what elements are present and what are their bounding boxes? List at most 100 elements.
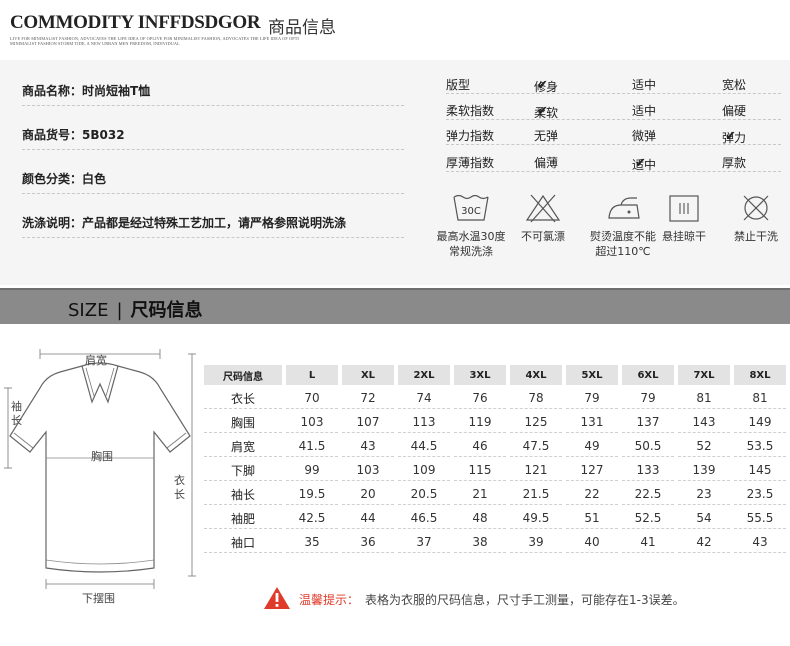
size-table-cell: 22.5 xyxy=(622,484,674,505)
size-table-cell: 36 xyxy=(342,532,394,553)
size-table-cell: 42.5 xyxy=(286,508,338,529)
size-table-cell: 52 xyxy=(678,436,730,457)
size-table-cell: 127 xyxy=(566,460,618,481)
size-table: 尺码信息 L XL 2XL 3XL 4XL 5XL 6XL 7XL 8XL 衣长… xyxy=(200,362,790,556)
tshirt-outline-icon xyxy=(4,349,196,589)
size-table-cell: 42 xyxy=(678,532,730,553)
size-table-cell: 47.5 xyxy=(510,436,562,457)
size-table-cell: 53.5 xyxy=(734,436,786,457)
size-table-cell: 107 xyxy=(342,412,394,433)
size-table-cell: 43 xyxy=(342,436,394,457)
size-table-row: 袖肥 42.5 44 46.5 48 49.5 51 52.5 54 55.5 xyxy=(204,508,786,529)
size-table-header: 5XL xyxy=(566,365,618,385)
size-table-row: 肩宽 41.5 43 44.5 46 47.5 49 50.5 52 53.5 xyxy=(204,436,786,457)
size-table-cell: 113 xyxy=(398,412,450,433)
property-label: 弹力指数 xyxy=(446,129,495,143)
iron-icon xyxy=(608,197,640,219)
size-table-row-label: 衣长 xyxy=(204,388,282,409)
size-table-row-label: 袖长 xyxy=(204,484,282,505)
product-code-value: 5B032 xyxy=(82,128,125,142)
size-table-header: 2XL xyxy=(398,365,450,385)
property-row-fit: 版型 修身 ✔ 适中 宽松 xyxy=(446,74,781,94)
warm-tip: 温馨提示： 表格为衣服的尺码信息，尺寸手工测量，可能存在1-3误差。 xyxy=(263,586,763,610)
tagline-line-2: MINIMALIST FASHION STORM TIDE, A NEW URB… xyxy=(10,41,180,46)
size-table-cell: 145 xyxy=(734,460,786,481)
tip-text: 表格为衣服的尺码信息，尺寸手工测量，可能存在1-3误差。 xyxy=(365,593,685,607)
property-option: 适中 xyxy=(632,104,657,118)
size-table-cell: 38 xyxy=(454,532,506,553)
size-table-cell: 131 xyxy=(566,412,618,433)
care-no-dry-clean: 禁止干洗 xyxy=(713,193,790,273)
product-info-panel: 商品名称：时尚短袖T恤 商品货号：5B032 颜色分类：白色 洗涤说明：产品都是… xyxy=(0,60,790,285)
size-table-header: 6XL xyxy=(622,365,674,385)
size-table-cell: 20.5 xyxy=(398,484,450,505)
size-table-cell: 133 xyxy=(622,460,674,481)
property-label: 版型 xyxy=(446,78,471,92)
diagram-label-chest: 胸围 xyxy=(91,450,113,463)
size-table-cell: 41 xyxy=(622,532,674,553)
wash-instructions-label: 洗涤说明： xyxy=(22,216,83,230)
size-table-cell: 119 xyxy=(454,412,506,433)
size-table-header: 尺码信息 xyxy=(204,365,282,385)
page-header: COMMODITY INFFDSDGOR 商品信息 LIVE FOR MINIM… xyxy=(0,0,790,60)
size-table-cell: 78 xyxy=(510,388,562,409)
warning-icon xyxy=(264,587,290,609)
size-banner-cn: 尺码信息 xyxy=(130,300,203,321)
hang-dry-icon xyxy=(669,195,699,222)
size-banner-en: SIZE xyxy=(68,300,109,321)
svg-text:30C: 30C xyxy=(461,206,481,217)
size-table-header: 7XL xyxy=(678,365,730,385)
property-row-stretch: 弹力指数 无弹 微弹 弹力 ✔ xyxy=(446,125,781,145)
size-table-cell: 50.5 xyxy=(622,436,674,457)
property-option: 偏硬 xyxy=(722,104,747,118)
property-option: 无弹 xyxy=(534,129,559,143)
size-table-cell: 46 xyxy=(454,436,506,457)
no-dry-clean-icon xyxy=(743,195,769,221)
size-table-cell: 49 xyxy=(566,436,618,457)
size-table-cell: 37 xyxy=(398,532,450,553)
property-row-softness: 柔软指数 柔软 ✔ 适中 偏硬 xyxy=(446,100,781,120)
size-table-cell: 103 xyxy=(342,460,394,481)
size-table-row-label: 胸围 xyxy=(204,412,282,433)
checkmark-icon: ✔ xyxy=(725,129,736,144)
size-table-cell: 81 xyxy=(678,388,730,409)
size-table-cell: 72 xyxy=(342,388,394,409)
product-color-row: 颜色分类：白色 xyxy=(22,164,404,194)
size-table-cell: 48 xyxy=(454,508,506,529)
size-table-cell: 79 xyxy=(566,388,618,409)
property-option: 微弹 xyxy=(632,129,657,143)
size-table-cell: 39 xyxy=(510,532,562,553)
size-banner-separator: | xyxy=(116,300,123,321)
product-name-label: 商品名称： xyxy=(22,84,83,98)
product-color-label: 颜色分类： xyxy=(22,172,83,186)
size-table-row-label: 肩宽 xyxy=(204,436,282,457)
size-table-cell: 41.5 xyxy=(286,436,338,457)
checkmark-icon: ✔ xyxy=(635,156,646,171)
size-table-cell: 139 xyxy=(678,460,730,481)
size-table-row: 袖长 19.5 20 20.5 21 21.5 22 22.5 23 23.5 xyxy=(204,484,786,505)
checkmark-icon: ✔ xyxy=(537,104,548,119)
diagram-label-hem: 下摆围 xyxy=(82,592,115,605)
size-table-cell: 149 xyxy=(734,412,786,433)
care-no-bleach: 不可氯漂 xyxy=(500,193,586,273)
size-table-cell: 43 xyxy=(734,532,786,553)
size-banner-title: SIZE | 尺码信息 xyxy=(68,296,203,322)
property-option: 厚款 xyxy=(722,156,747,170)
property-option: 适中 xyxy=(632,78,657,92)
size-table-cell: 99 xyxy=(286,460,338,481)
size-table-row-label: 袖口 xyxy=(204,532,282,553)
product-name-row: 商品名称：时尚短袖T恤 xyxy=(22,76,404,106)
size-table-cell: 54 xyxy=(678,508,730,529)
size-table-cell: 22 xyxy=(566,484,618,505)
size-table-cell: 51 xyxy=(566,508,618,529)
property-option: 偏薄 xyxy=(534,156,559,170)
product-name-value: 时尚短袖T恤 xyxy=(82,84,151,98)
brand-title-cn: 商品信息 xyxy=(268,18,336,38)
size-table-cell: 70 xyxy=(286,388,338,409)
size-banner: SIZE | 尺码信息 xyxy=(0,288,790,324)
care-label: 禁止干洗 xyxy=(734,230,778,243)
size-table-row: 下脚 99 103 109 115 121 127 133 139 145 xyxy=(204,460,786,481)
size-table-cell: 121 xyxy=(510,460,562,481)
diagram-label-shoulder: 肩宽 xyxy=(85,354,107,367)
size-table-cell: 137 xyxy=(622,412,674,433)
